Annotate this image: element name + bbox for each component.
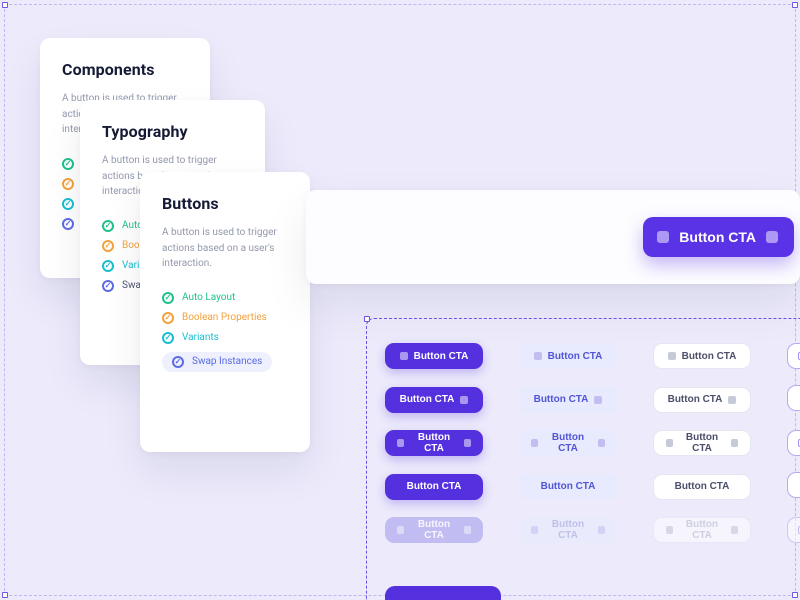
btn-outline-plain[interactable]: Button CTA bbox=[653, 474, 751, 500]
cta-label: Button CTA bbox=[679, 229, 756, 245]
square-icon bbox=[766, 231, 778, 243]
square-icon bbox=[460, 396, 468, 404]
hero-cta-card: Button CTA bbox=[306, 190, 800, 284]
resize-handle-tl[interactable] bbox=[364, 316, 370, 322]
btn-outline-indigo-icon-both[interactable] bbox=[787, 430, 800, 456]
btn-label: Button CTA bbox=[675, 481, 730, 492]
btn-outline-icon-both[interactable]: Button CTA bbox=[653, 430, 751, 456]
panel-description: A button is used to trigger actions base… bbox=[162, 225, 288, 272]
btn-label: Button CTA bbox=[400, 394, 455, 405]
resize-handle-bl[interactable] bbox=[2, 592, 8, 598]
btn-label: Button CTA bbox=[541, 481, 596, 492]
check-icon bbox=[62, 198, 74, 210]
btn-primary-plain[interactable]: Button CTA bbox=[385, 474, 483, 500]
check-icon bbox=[102, 220, 114, 232]
feature-pill[interactable]: Swap Instances bbox=[162, 352, 272, 372]
list-item: Boolean Properties bbox=[162, 308, 288, 328]
btn-label: Button CTA bbox=[410, 432, 458, 454]
check-icon bbox=[162, 292, 174, 304]
btn-label: Button CTA bbox=[548, 351, 603, 362]
check-icon bbox=[62, 158, 74, 170]
check-icon bbox=[172, 356, 184, 368]
square-icon bbox=[531, 526, 538, 534]
square-icon bbox=[731, 439, 738, 447]
variant-row: Button CTA Button CTA Button CTA bbox=[385, 385, 800, 414]
button-variants-grid: Button CTA Button CTA Button CTA Button … bbox=[366, 318, 800, 600]
check-icon bbox=[162, 332, 174, 344]
feature-label: Auto Layout bbox=[182, 292, 235, 303]
feature-label: Boolean Properties bbox=[182, 312, 267, 323]
btn-primary-icon-both[interactable]: Button CTA bbox=[385, 430, 483, 456]
square-icon bbox=[666, 439, 673, 447]
square-icon bbox=[464, 439, 471, 447]
check-icon bbox=[62, 178, 74, 190]
btn-outline-icon-right[interactable]: Button CTA bbox=[653, 387, 751, 413]
panel-title: Components bbox=[62, 60, 188, 79]
btn-label: Button CTA bbox=[544, 432, 592, 454]
square-icon bbox=[531, 439, 538, 447]
check-icon bbox=[102, 240, 114, 252]
btn-soft-disabled: Button CTA bbox=[519, 517, 617, 543]
btn-label: Button CTA bbox=[410, 519, 458, 541]
square-icon bbox=[598, 526, 605, 534]
btn-primary-disabled: Button CTA bbox=[385, 517, 483, 543]
square-icon bbox=[594, 396, 602, 404]
btn-label: Button CTA bbox=[679, 432, 725, 454]
variant-row: Button CTA Button CTA Button CTA bbox=[385, 430, 800, 456]
btn-outline-indigo-icon-right[interactable] bbox=[787, 385, 800, 411]
btn-outline-indigo-icon-left[interactable] bbox=[787, 343, 800, 369]
btn-outline-disabled: Button CTA bbox=[653, 517, 751, 543]
list-item: Variants bbox=[162, 328, 288, 348]
square-icon bbox=[397, 526, 404, 534]
feature-label: Variants bbox=[182, 332, 219, 343]
square-icon bbox=[728, 396, 736, 404]
check-icon bbox=[102, 280, 114, 292]
square-icon bbox=[534, 352, 542, 360]
square-icon bbox=[668, 352, 676, 360]
btn-soft-icon-right[interactable]: Button CTA bbox=[519, 387, 617, 413]
feature-list: Auto Layout Boolean Properties Variants … bbox=[162, 288, 288, 376]
btn-soft-icon-left[interactable]: Button CTA bbox=[519, 343, 617, 369]
resize-handle-tr[interactable] bbox=[792, 2, 798, 8]
variant-row: Button CTA Button CTA Button CTA bbox=[385, 472, 800, 501]
btn-outline-indigo-plain[interactable] bbox=[787, 472, 800, 498]
btn-label: Button CTA bbox=[414, 351, 469, 362]
btn-primary-icon-left[interactable]: Button CTA bbox=[385, 343, 483, 369]
panel-buttons: Buttons A button is used to trigger acti… bbox=[140, 172, 310, 452]
square-icon bbox=[666, 526, 673, 534]
btn-outline-icon-left[interactable]: Button CTA bbox=[653, 343, 751, 369]
square-icon bbox=[731, 526, 738, 534]
btn-primary-icon-right[interactable]: Button CTA bbox=[385, 387, 483, 413]
panel-title: Typography bbox=[102, 122, 243, 141]
resize-handle-tl[interactable] bbox=[2, 2, 8, 8]
square-icon bbox=[400, 352, 408, 360]
variant-row: Button CTA Button CTA Button CTA bbox=[385, 343, 800, 369]
btn-primary-full-width[interactable] bbox=[385, 586, 501, 600]
btn-outline-indigo-disabled bbox=[787, 517, 800, 543]
square-icon bbox=[598, 439, 605, 447]
btn-label: Button CTA bbox=[407, 481, 462, 492]
square-icon bbox=[657, 231, 669, 243]
btn-label: Button CTA bbox=[668, 394, 723, 405]
check-icon bbox=[102, 260, 114, 272]
feature-label: Swap Instances bbox=[192, 356, 262, 367]
square-icon bbox=[397, 439, 404, 447]
panel-title: Buttons bbox=[162, 194, 288, 213]
check-icon bbox=[62, 218, 74, 230]
list-item: Auto Layout bbox=[162, 288, 288, 308]
list-item: Swap Instances bbox=[162, 348, 288, 376]
btn-label: Button CTA bbox=[534, 394, 589, 405]
square-icon bbox=[464, 526, 471, 534]
variant-row: Button CTA Button CTA Button CTA bbox=[385, 517, 800, 543]
btn-soft-icon-both[interactable]: Button CTA bbox=[519, 430, 617, 456]
check-icon bbox=[162, 312, 174, 324]
hero-cta-button[interactable]: Button CTA bbox=[643, 217, 794, 257]
btn-label: Button CTA bbox=[544, 519, 592, 541]
btn-soft-plain[interactable]: Button CTA bbox=[519, 474, 617, 500]
btn-label: Button CTA bbox=[682, 351, 737, 362]
btn-label: Button CTA bbox=[679, 519, 725, 541]
